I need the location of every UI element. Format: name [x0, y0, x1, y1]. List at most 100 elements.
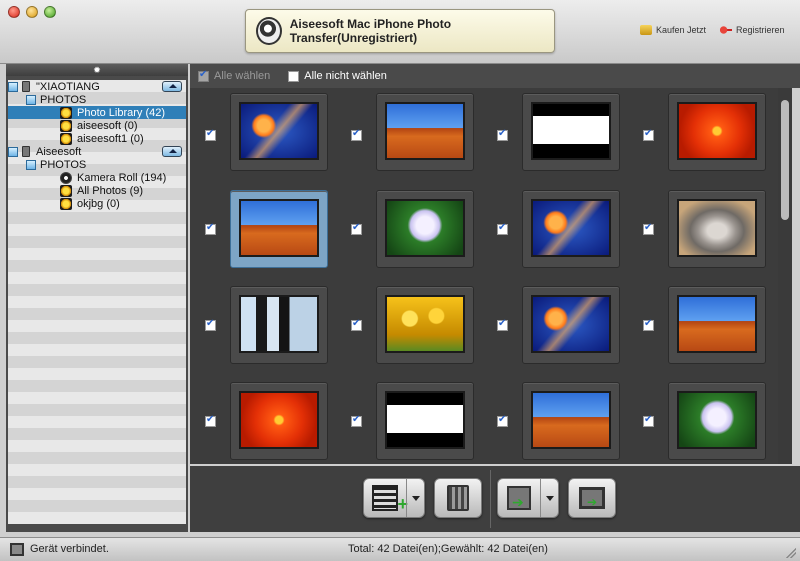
photo-checkbox[interactable] [643, 222, 654, 235]
dropdown-arrow-icon[interactable] [540, 479, 558, 517]
photo-checkbox[interactable] [351, 318, 362, 331]
select-all-checkbox[interactable]: Alle wählen [198, 69, 271, 82]
photos-sunflower-icon [60, 184, 72, 197]
scrollbar-thumb[interactable] [781, 100, 789, 220]
photos-sunflower-icon [60, 106, 72, 119]
resize-grip-icon[interactable] [786, 548, 796, 558]
album-label: okjbg (0) [77, 197, 120, 210]
photo-checkbox[interactable] [497, 414, 508, 427]
album-label: aiseesoft (0) [77, 119, 138, 132]
select-all-label: Alle wählen [214, 70, 271, 82]
grid-scrollbar[interactable] [778, 88, 792, 464]
tree-section-photos[interactable]: PHOTOS [8, 93, 186, 106]
photo-checkbox[interactable] [351, 414, 362, 427]
document-screenshot-photo [531, 102, 611, 160]
file-count-status: Total: 42 Datei(en);Gewählt: 42 Datei(en… [348, 543, 548, 555]
photo-checkbox[interactable] [205, 414, 216, 427]
photo-checkbox[interactable] [205, 222, 216, 235]
tree-album-aiseesoft[interactable]: aiseesoft (0) [8, 119, 186, 132]
photo-checkbox[interactable] [497, 222, 508, 235]
tree-album-all-photos[interactable]: All Photos (9) [8, 184, 186, 197]
collapse-toggle-icon[interactable] [26, 94, 36, 105]
tree-device-xiaotiang[interactable]: "XIAOTIANG [8, 80, 186, 93]
album-label: All Photos (9) [77, 184, 144, 197]
gear-icon[interactable]: ✹ [93, 65, 101, 75]
device-sidebar: ✹ "XIAOTIANG PHOTOS Photo Library (42) a… [6, 64, 188, 532]
dropdown-arrow-icon[interactable] [406, 479, 424, 517]
checkbox-icon [198, 69, 209, 82]
app-title: Aiseesoft Mac iPhone Photo Transfer(Unre… [289, 17, 452, 45]
photo-thumbnail[interactable] [668, 286, 766, 364]
zoom-window-button[interactable] [44, 6, 56, 18]
photo-thumbnail[interactable] [522, 93, 620, 171]
bottom-toolbar [190, 466, 800, 532]
photo-thumbnail[interactable] [668, 93, 766, 171]
add-film-icon [372, 485, 408, 515]
select-none-checkbox[interactable]: Alle nicht wählen [288, 70, 387, 82]
close-window-button[interactable] [8, 6, 20, 18]
eject-icon[interactable] [162, 146, 182, 157]
photo-grid [190, 88, 778, 464]
trash-icon [447, 485, 469, 511]
photo-thumbnail[interactable] [522, 190, 620, 268]
photo-thumbnail[interactable] [230, 286, 328, 364]
photo-checkbox[interactable] [205, 318, 216, 331]
photos-sunflower-icon [60, 119, 72, 132]
device-name: "XIAOTIANG [36, 80, 100, 93]
photo-thumbnail[interactable] [230, 382, 328, 460]
tree-section-photos[interactable]: PHOTOS [8, 158, 186, 171]
photo-checkbox[interactable] [205, 128, 216, 141]
tree-album-aiseesoft1[interactable]: aiseesoft1 (0) [8, 132, 186, 145]
selection-bar: Alle wählen Alle nicht wählen [190, 64, 800, 88]
desert-photo [385, 102, 465, 160]
photo-thumbnail-selected[interactable] [230, 190, 328, 268]
export-to-pc-button[interactable] [497, 478, 559, 518]
photo-thumbnail[interactable] [522, 382, 620, 460]
jellyfish-photo [531, 199, 611, 257]
photo-thumbnail[interactable] [376, 190, 474, 268]
desert-photo [531, 391, 611, 449]
export-to-device-button[interactable] [568, 478, 616, 518]
photo-checkbox[interactable] [643, 318, 654, 331]
photo-thumbnail[interactable] [376, 286, 474, 364]
photo-checkbox[interactable] [643, 414, 654, 427]
camera-roll-icon [60, 171, 72, 184]
cart-icon [640, 25, 652, 35]
eject-icon[interactable] [162, 81, 182, 92]
photo-thumbnail[interactable] [230, 93, 328, 171]
add-file-button[interactable] [363, 478, 425, 518]
photo-checkbox[interactable] [497, 128, 508, 141]
collapse-toggle-icon[interactable] [8, 146, 18, 157]
photo-checkbox[interactable] [643, 128, 654, 141]
photo-thumbnail[interactable] [376, 382, 474, 460]
album-label: Kamera Roll (194) [77, 171, 167, 184]
photo-thumbnail[interactable] [522, 286, 620, 364]
desert-photo [239, 199, 319, 257]
select-none-label: Alle nicht wählen [304, 70, 387, 82]
hydrangea-photo [385, 199, 465, 257]
collapse-toggle-icon[interactable] [26, 159, 36, 170]
photo-checkbox[interactable] [351, 222, 362, 235]
red-flower-photo [677, 102, 757, 160]
minimize-window-button[interactable] [26, 6, 38, 18]
tree-album-okjbg[interactable]: okjbg (0) [8, 197, 186, 210]
photo-checkbox[interactable] [497, 318, 508, 331]
section-label: PHOTOS [40, 93, 87, 106]
delete-button[interactable] [434, 478, 482, 518]
key-icon [720, 25, 732, 35]
title-bar: Aiseesoft Mac iPhone Photo Transfer(Unre… [0, 0, 800, 64]
app-logo-icon [256, 17, 282, 45]
tree-album-photo-library[interactable]: Photo Library (42) [8, 106, 186, 119]
photos-sunflower-icon [60, 197, 72, 210]
tree-device-aiseesoft[interactable]: Aiseesoft [8, 145, 186, 158]
export-icon [507, 486, 531, 511]
photo-thumbnail[interactable] [668, 382, 766, 460]
photo-checkbox[interactable] [351, 128, 362, 141]
register-link[interactable]: Registrieren [720, 25, 785, 35]
buy-now-link[interactable]: Kaufen Jetzt [640, 25, 706, 35]
album-label: Photo Library (42) [77, 106, 166, 119]
tree-album-kamera-roll[interactable]: Kamera Roll (194) [8, 171, 186, 184]
photo-thumbnail[interactable] [668, 190, 766, 268]
photo-thumbnail[interactable] [376, 93, 474, 171]
collapse-toggle-icon[interactable] [8, 81, 18, 92]
